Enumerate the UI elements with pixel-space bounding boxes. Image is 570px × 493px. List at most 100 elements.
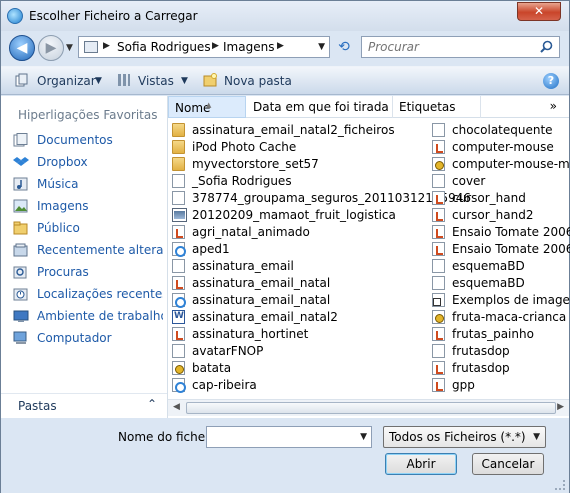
chevron-right-icon[interactable]: ▶ [212, 41, 219, 51]
close-button[interactable]: ✕ [517, 2, 561, 21]
nav-item-desktop[interactable]: Ambiente de trabalho [13, 306, 163, 326]
chevron-down-icon[interactable]: ▼ [181, 76, 188, 86]
file-name: aped1 [192, 242, 230, 256]
file-name: cursor_hand2 [452, 208, 534, 222]
file-doc-icon [432, 174, 445, 188]
nav-item-public[interactable]: Público [13, 218, 163, 238]
nav-item-recently-changed[interactable]: Recentemente altera... [13, 240, 163, 260]
file-name: cover [452, 174, 486, 188]
horizontal-scrollbar[interactable]: ◀ ▶ [168, 399, 569, 416]
file-doc-icon [432, 276, 445, 290]
file-name: esquemaBD [452, 276, 525, 290]
internet-explorer-icon [7, 8, 23, 24]
help-icon[interactable]: ? [543, 73, 559, 89]
chevron-up-icon[interactable]: ⌃ [147, 397, 157, 411]
file-audio-icon [172, 361, 185, 375]
column-headers: ▲ Nome Data em que foi tirada Etiquetas … [168, 96, 569, 118]
nav-item-documents[interactable]: Documentos [13, 130, 163, 150]
views-icon [118, 74, 130, 86]
file-name: assinatura_email [192, 259, 294, 273]
cancel-button[interactable]: Cancelar [472, 453, 544, 475]
search-input[interactable] [366, 39, 536, 55]
file-java-icon [432, 140, 445, 154]
recent-pages-dropdown[interactable]: ▼ [66, 43, 73, 53]
column-header-tags[interactable]: Etiquetas [393, 96, 481, 118]
file-name: frutasdop [452, 344, 510, 358]
dialog-footer: Nome do ficheiro: ▼ Todos os Ficheiros (… [1, 419, 569, 493]
window-title: Escolher Ficheiro a Carregar [29, 9, 198, 23]
back-button[interactable]: ◀ [9, 35, 35, 61]
search-icon[interactable] [540, 40, 553, 53]
breadcrumb-pictures[interactable]: Imagens [223, 40, 274, 54]
file-java-icon [172, 276, 185, 290]
file-name: cap-ribeira [192, 378, 257, 392]
chevron-down-icon[interactable]: ▼ [95, 76, 102, 86]
file-name: assinatura_email_natal [192, 276, 331, 290]
file-name: Ensaio Tomate 2006_C [452, 242, 570, 256]
file-doc-icon [172, 344, 185, 358]
address-bar[interactable]: ▶ Sofia Rodrigues ▶ Imagens ▶ ▼ [78, 36, 330, 58]
breadcrumb-user[interactable]: Sofia Rodrigues [117, 40, 211, 54]
pictures-icon [13, 199, 28, 213]
file-name: agri_natal_animado [192, 225, 310, 239]
file-name: iPod Photo Cache [192, 140, 297, 154]
chevron-right-icon[interactable]: ▶ [277, 41, 284, 51]
open-button[interactable]: Abrir [385, 453, 457, 475]
public-folder-icon [13, 221, 28, 235]
forward-button[interactable]: ▶ [38, 35, 64, 61]
file-name: Ensaio Tomate 2006_C [452, 225, 570, 239]
file-doc-icon [432, 123, 445, 137]
file-name: _Sofia Rodrigues [192, 174, 292, 188]
nav-item-recent-places[interactable]: Localizações recentes [13, 284, 163, 304]
folder-icon [172, 140, 185, 154]
file-ie-icon [172, 242, 186, 257]
file-doc-icon [172, 191, 185, 205]
chevron-down-icon[interactable]: ▼ [360, 432, 367, 442]
folder-icon [172, 123, 185, 137]
scrollbar-thumb[interactable] [186, 402, 556, 414]
scroll-right-icon[interactable]: ▶ [557, 402, 564, 412]
folder-location-icon [84, 41, 98, 53]
file-name: batata [192, 361, 232, 375]
resize-grip-icon[interactable] [555, 480, 565, 490]
file-doc-icon [432, 259, 445, 273]
file-name: fruta-maca-crianca [452, 310, 567, 324]
file-audio-icon [432, 310, 445, 324]
chevron-down-icon[interactable]: ▼ [533, 432, 540, 442]
refresh-button[interactable]: ⟲ [333, 36, 355, 58]
nav-item-searches[interactable]: Procuras [13, 262, 163, 282]
views-menu[interactable]: Vistas [138, 74, 174, 88]
more-columns-icon[interactable]: » [550, 99, 557, 113]
file-name: assinatura_email_natal2 [192, 310, 338, 324]
file-type-filter[interactable]: Todos os Ficheiros (*.*) ▼ [383, 426, 546, 448]
documents-icon [13, 133, 28, 147]
file-name: assinatura_email_natal [192, 293, 331, 307]
new-folder-button[interactable]: Nova pasta [224, 74, 292, 88]
title-bar: Escolher Ficheiro a Carregar ✕ [1, 1, 569, 31]
search-box[interactable] [361, 36, 560, 58]
file-name: 378774_groupama_seguros_20110312185946 [192, 191, 472, 205]
chevron-right-icon[interactable]: ▶ [103, 41, 110, 51]
computer-icon [13, 331, 27, 344]
column-header-name[interactable]: ▲ Nome [168, 96, 246, 118]
column-header-date[interactable]: Data em que foi tirada [247, 96, 393, 118]
folders-toggle[interactable]: Pastas ⌃ [1, 393, 167, 417]
organize-menu[interactable]: Organizar [37, 74, 96, 88]
nav-item-computer[interactable]: Computador [13, 328, 163, 348]
file-name: gpp [452, 378, 475, 392]
filename-input[interactable] [209, 429, 349, 445]
filename-combobox[interactable]: ▼ [206, 426, 372, 448]
scroll-left-icon[interactable]: ◀ [173, 402, 180, 412]
nav-item-dropbox[interactable]: Dropbox [13, 152, 163, 172]
file-name: esquemaBD [452, 259, 525, 273]
nav-item-music[interactable]: Música [13, 174, 163, 194]
file-doc-icon [432, 344, 445, 358]
chevron-down-icon[interactable]: ▼ [318, 42, 325, 52]
sort-up-icon: ▲ [206, 101, 212, 109]
command-bar: Organizar ▼ Vistas ▼ Nova pasta ? [1, 66, 569, 95]
dropbox-icon [13, 157, 29, 166]
file-doc-icon [172, 259, 185, 273]
nav-item-pictures[interactable]: Imagens [13, 196, 163, 216]
file-name: frutas_painho [452, 327, 534, 341]
file-open-dialog: Escolher Ficheiro a Carregar ✕ ◀ ▶ ▼ ▶ S… [0, 0, 570, 493]
